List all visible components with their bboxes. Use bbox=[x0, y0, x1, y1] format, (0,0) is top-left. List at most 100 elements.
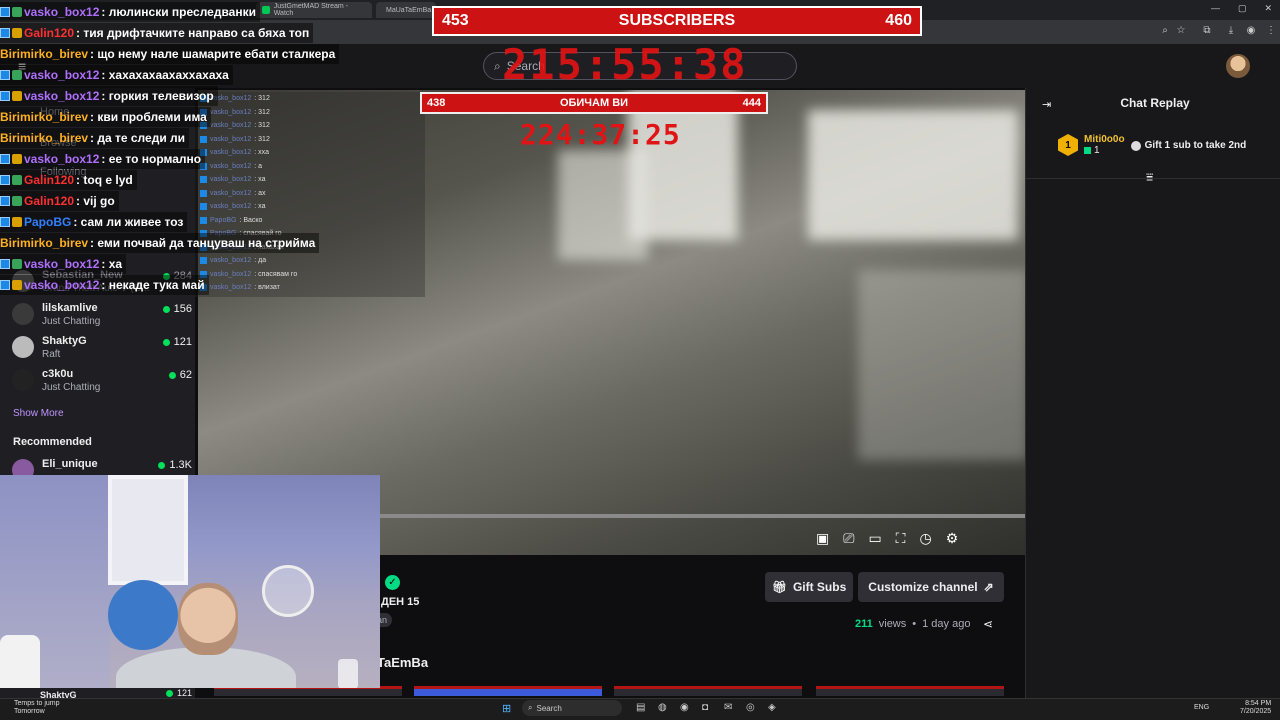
edge-browser-icon[interactable]: ◍ bbox=[658, 702, 667, 713]
mail-icon[interactable]: ✉ bbox=[724, 702, 732, 713]
chat-badge-icon bbox=[0, 280, 10, 290]
live-indicator-icon bbox=[168, 371, 176, 379]
stream-chat-overlay: vasko_box12: люлински преследванки Galin1… bbox=[0, 2, 430, 297]
sidebar-item-shaktyg-recommended[interactable]: ShaktyG 121 bbox=[12, 688, 192, 700]
video-frame-region bbox=[558, 150, 648, 260]
clip-icon[interactable]: ⎚ bbox=[843, 530, 854, 547]
app-icon[interactable]: ◈ bbox=[768, 702, 776, 713]
gift-badge-icon: 1 bbox=[1058, 134, 1078, 156]
chat-username[interactable]: vasko_box12 bbox=[24, 89, 99, 103]
secondary-goal-bar: 438 ОБИЧАМ ВИ 444 bbox=[420, 92, 768, 114]
chat-badge-icon bbox=[0, 70, 10, 80]
gift-subs-button[interactable]: 🎁︎ Gift Subs bbox=[765, 572, 853, 602]
chat-message: Birimirko_birev: кви проблеми има bbox=[0, 107, 211, 127]
chat-text: : vij go bbox=[76, 194, 115, 208]
chat-message: Galin120: toq e lyd bbox=[0, 170, 137, 190]
chat-message: vasko_box12: люлински преследванки bbox=[0, 2, 260, 22]
video-frame-region bbox=[808, 110, 1018, 240]
theatre-mode-icon[interactable]: ▭ bbox=[868, 530, 881, 547]
gift-box-icon: 🎁︎ bbox=[771, 580, 787, 594]
system-clock[interactable]: 8:54 PM 7/20/2025 bbox=[1240, 700, 1271, 716]
input-language[interactable]: ENG bbox=[1194, 704, 1209, 711]
meta-separator: • bbox=[912, 618, 917, 630]
webcam-fan bbox=[262, 565, 314, 617]
chat-replay-title: Chat Replay bbox=[1120, 96, 1190, 110]
extensions-icon[interactable]: ⧉ bbox=[1200, 25, 1214, 36]
chat-text: : сам ли живее тоз bbox=[73, 215, 184, 229]
settings-gear-icon[interactable]: ⚙ bbox=[946, 530, 959, 547]
chat-username[interactable]: vasko_box12 bbox=[24, 152, 99, 166]
sub-badge-icon bbox=[12, 217, 22, 227]
taskbar-search[interactable]: ⌕ Search bbox=[522, 700, 622, 716]
miniplayer-icon[interactable]: ▣ bbox=[816, 530, 829, 547]
browser-menu-icon[interactable]: ⋮ bbox=[1264, 25, 1278, 36]
viewer-count: 1.3K bbox=[169, 459, 192, 471]
chat-username[interactable]: Galin120 bbox=[24, 26, 74, 40]
chat-text: : тия дрифтачките направо са бяха топ bbox=[76, 26, 310, 40]
chat-username[interactable]: Birimirko_birev bbox=[0, 47, 88, 61]
maximize-button[interactable]: ▢ bbox=[1238, 3, 1247, 14]
show-more-link[interactable]: Show More bbox=[13, 408, 64, 419]
chat-username[interactable]: vasko_box12 bbox=[24, 257, 99, 271]
chat-message: Birimirko_birev: да те следи ли bbox=[0, 128, 190, 148]
video-controls: ▣ ⎚ ▭ ⛶ ◷ ⚙ bbox=[816, 530, 958, 547]
sub-gift-icon bbox=[1084, 147, 1091, 154]
windows-start-icon[interactable]: ⊞ bbox=[502, 702, 511, 715]
channel-name: Eli_unique bbox=[42, 458, 98, 470]
discord-icon[interactable]: ◘ bbox=[702, 702, 708, 713]
chat-username[interactable]: PapoBG bbox=[24, 215, 71, 229]
webcam-overlay bbox=[0, 475, 380, 688]
weather-widget[interactable]: Temps to jump Tomorrow bbox=[14, 700, 60, 716]
subs-current: 453 bbox=[442, 12, 469, 29]
customize-channel-button[interactable]: Customize channel ⇗ bbox=[858, 572, 1004, 602]
chat-message: Galin120: тия дрифтачките направо са бях… bbox=[0, 23, 314, 43]
recommended-heading: Recommended bbox=[13, 436, 92, 448]
sidebar-item-c3k0u[interactable]: c3k0u Just Chatting 62 bbox=[12, 367, 192, 399]
close-button[interactable]: ✕ bbox=[1264, 3, 1272, 14]
fullscreen-icon[interactable]: ⛶ bbox=[896, 530, 906, 547]
download-icon[interactable]: ⤓ bbox=[1224, 25, 1238, 36]
playback-speed-icon[interactable]: ◷ bbox=[919, 530, 931, 547]
minimize-button[interactable]: — bbox=[1211, 3, 1220, 14]
sub-badge-icon bbox=[12, 175, 22, 185]
webcam-person-head bbox=[178, 583, 238, 655]
gift-username[interactable]: Miti0o0o bbox=[1084, 134, 1125, 145]
chat-badge-icon bbox=[0, 175, 10, 185]
subs-target: 460 bbox=[885, 12, 912, 29]
chat-username[interactable]: Birimirko_birev bbox=[0, 131, 88, 145]
chat-username[interactable]: vasko_box12 bbox=[24, 5, 99, 19]
profile-icon[interactable]: ◉ bbox=[1244, 25, 1258, 36]
sub-badge-icon bbox=[12, 259, 22, 269]
chat-username[interactable]: Birimirko_birev bbox=[0, 236, 88, 250]
chat-username[interactable]: vasko_box12 bbox=[24, 278, 99, 292]
stream-title: ДЕН 15 bbox=[381, 596, 420, 608]
search-icon: ⌕ bbox=[494, 58, 501, 73]
sidebar-item-shaktyg[interactable]: ShaktyG Raft 121 bbox=[12, 334, 192, 366]
chat-username[interactable]: Birimirko_birev bbox=[0, 110, 88, 124]
file-explorer-icon[interactable]: ▤ bbox=[636, 702, 645, 713]
gift-badge-number: 1 bbox=[1065, 139, 1071, 151]
sub-badge-icon bbox=[12, 196, 22, 206]
chat-badge-icon bbox=[0, 7, 10, 17]
sidebar-item-lilskamlive[interactable]: lilskamlive Just Chatting 156 bbox=[12, 301, 192, 333]
chat-username[interactable]: Galin120 bbox=[24, 194, 74, 208]
chat-username[interactable]: Galin120 bbox=[24, 173, 74, 187]
chat-text: : кви проблеми има bbox=[90, 110, 207, 124]
video-thumbnail[interactable] bbox=[614, 686, 802, 696]
chat-message: vasko_box12: ее то нормално bbox=[0, 149, 206, 169]
live-indicator-icon bbox=[158, 461, 166, 469]
goal-target: 444 bbox=[742, 97, 761, 109]
bookmark-star-icon[interactable]: ☆ bbox=[1174, 25, 1188, 36]
zoom-icon[interactable]: ⌕ bbox=[1158, 25, 1172, 36]
sub-badge-icon bbox=[12, 91, 22, 101]
chrome-browser-icon[interactable]: ◉ bbox=[680, 702, 689, 713]
obs-icon[interactable]: ◎ bbox=[746, 702, 755, 713]
video-thumbnail[interactable] bbox=[816, 686, 1004, 696]
chat-message: Birimirko_birev: еми почвай да танцуваш … bbox=[0, 233, 320, 253]
share-icon[interactable]: ⋖ bbox=[983, 617, 993, 631]
user-avatar[interactable] bbox=[1226, 54, 1250, 78]
video-thumbnail[interactable] bbox=[414, 686, 602, 696]
viewer-count: 62 bbox=[179, 369, 192, 381]
chat-username[interactable]: vasko_box12 bbox=[24, 68, 99, 82]
chat-divider bbox=[1025, 178, 1280, 179]
